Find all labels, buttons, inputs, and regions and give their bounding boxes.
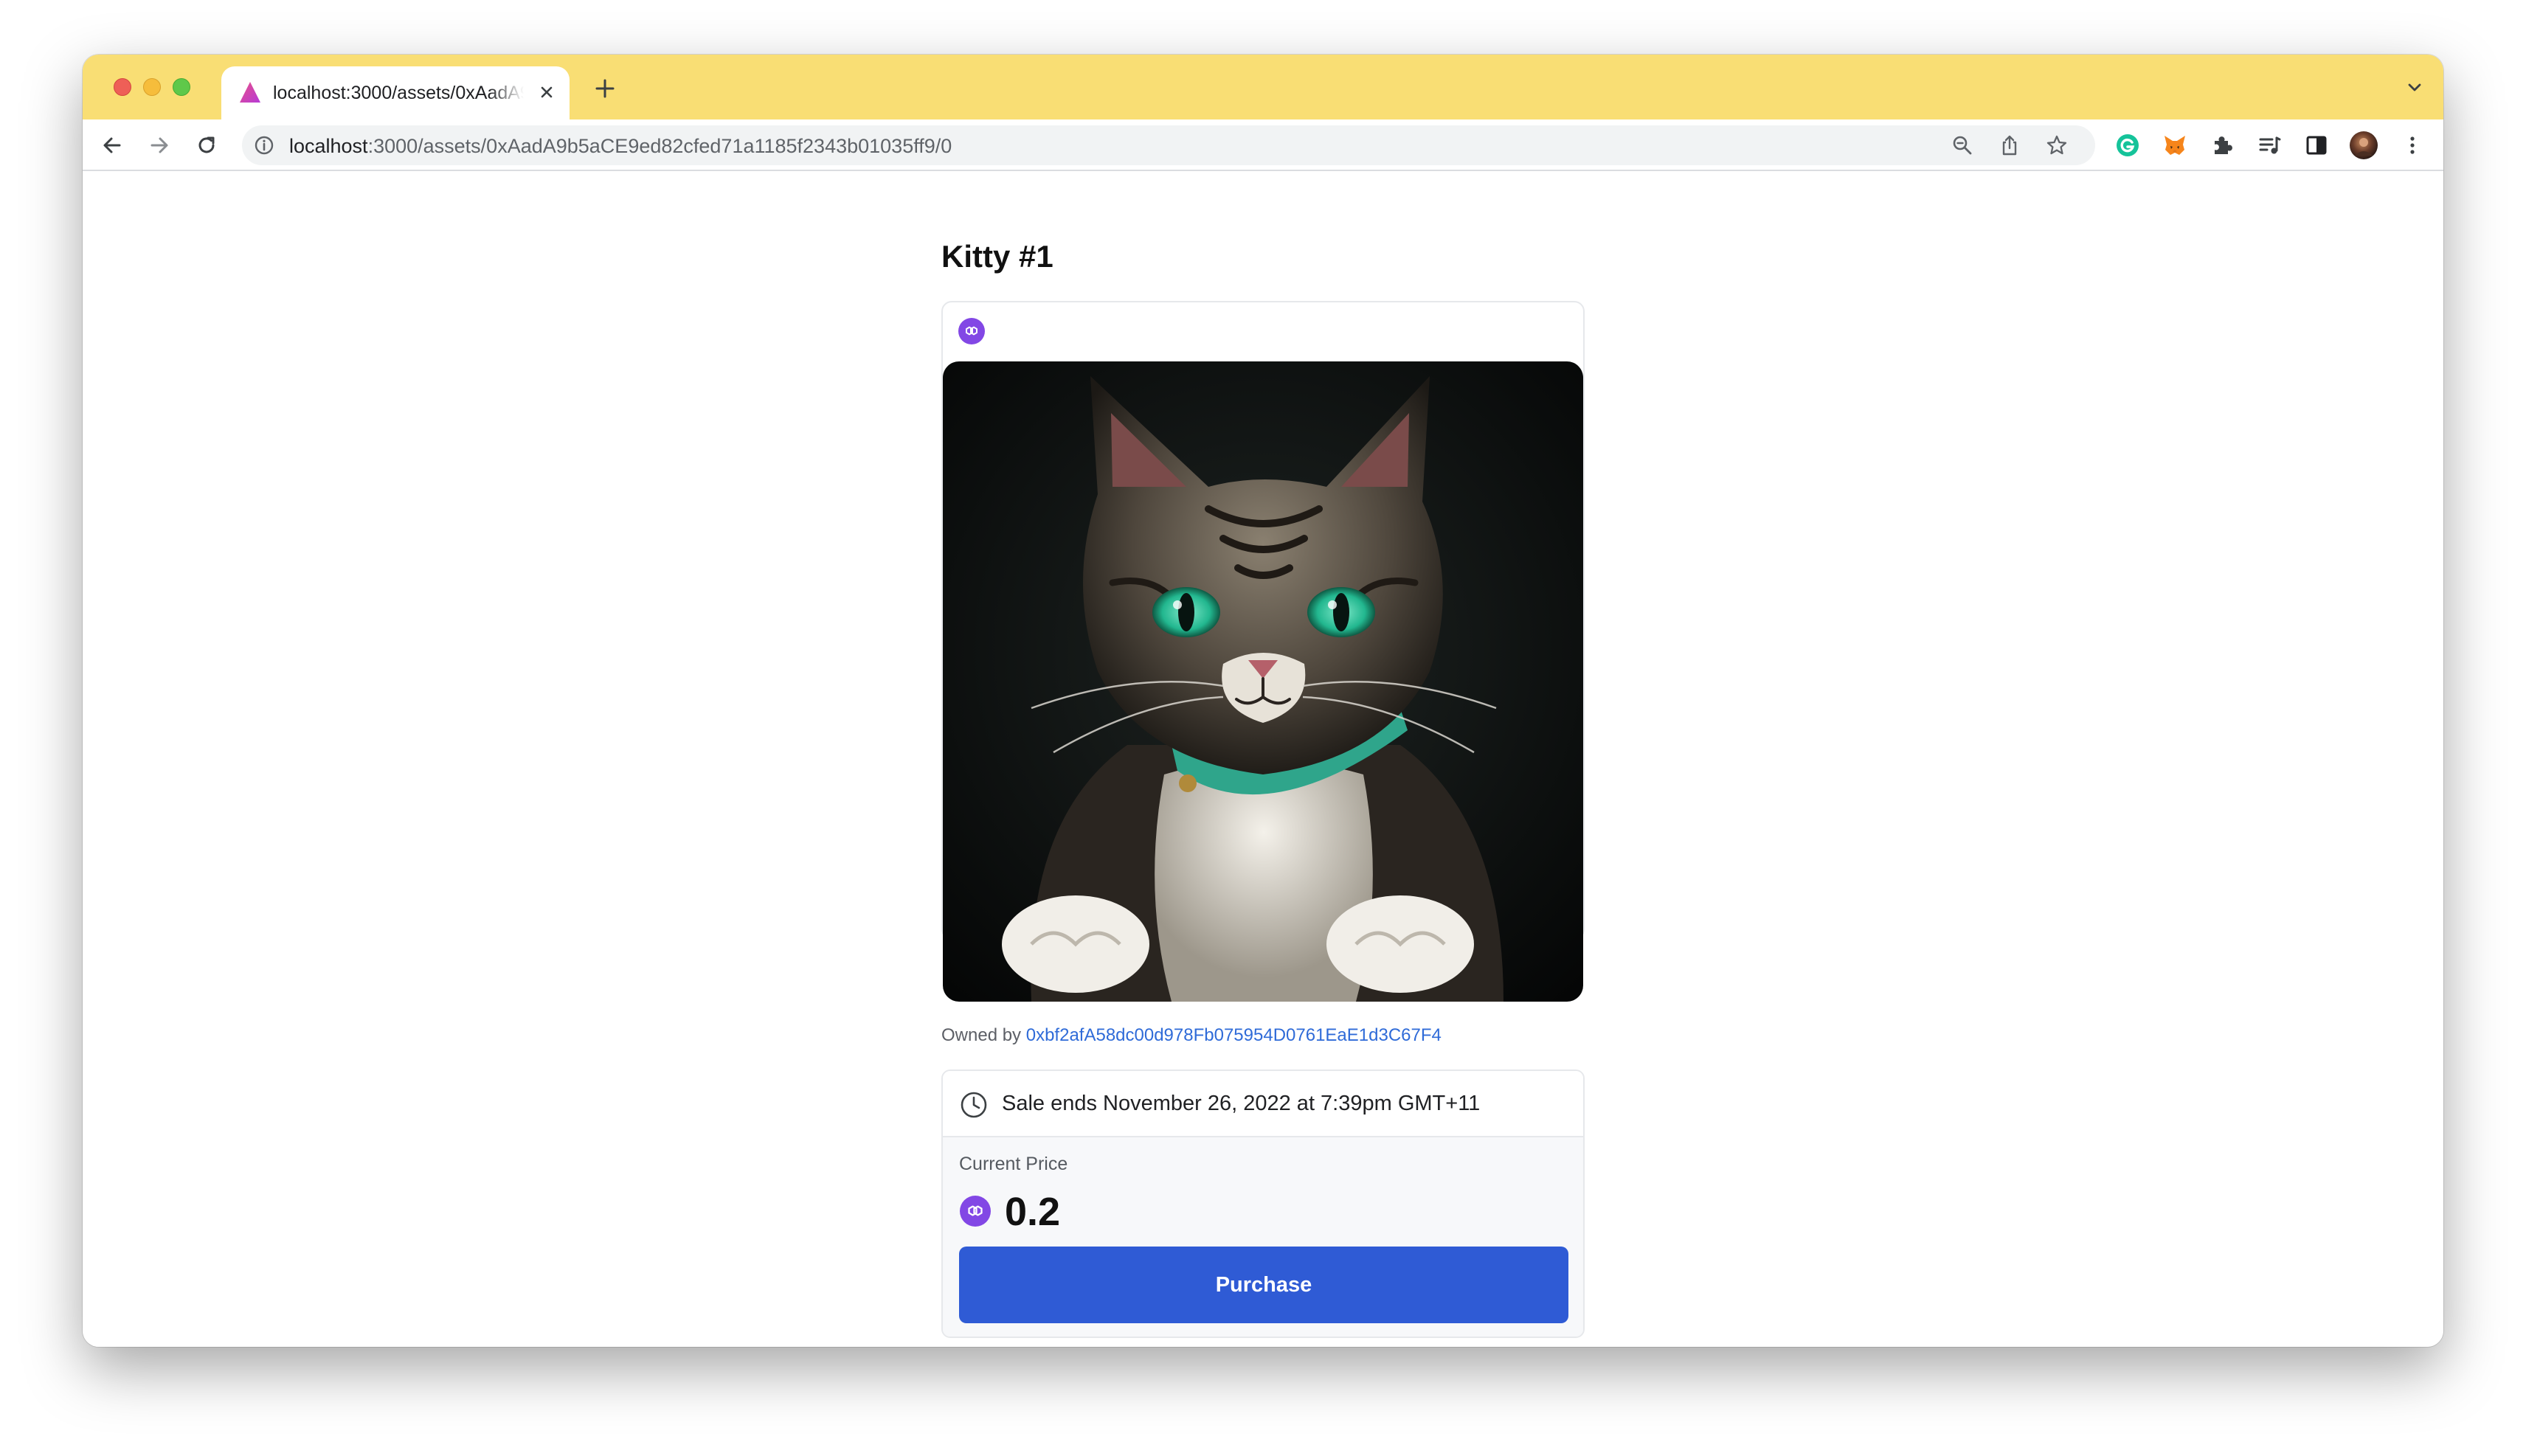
sale-ends-text: Sale ends November 26, 2022 at 7:39pm GM…	[1002, 1092, 1481, 1115]
new-tab-plus-icon[interactable]	[593, 77, 617, 100]
clock-icon	[961, 1092, 987, 1118]
cat-illustration	[943, 361, 1583, 1002]
current-price-label: Current Price	[959, 1154, 1068, 1174]
owner-line: Owned by 0xbf2afA58dc00d978Fb075954D0761…	[941, 1025, 1442, 1046]
reload-icon[interactable]	[193, 132, 220, 159]
owner-label: Owned by	[941, 1025, 1022, 1045]
tab-title: localhost:3000/assets/0xAadA9b5aCE9ed82c…	[273, 83, 524, 103]
puzzle-icon[interactable]	[2209, 132, 2235, 159]
reading-list-icon[interactable]	[2256, 132, 2283, 159]
browser-tab-active[interactable]: localhost:3000/assets/0xAadA9b5aCE9ed82c…	[221, 66, 570, 119]
owner-address-link[interactable]: 0xbf2afA58dc00d978Fb075954D0761EaE1d3C67…	[1026, 1025, 1442, 1045]
grammarly-icon[interactable]	[2114, 132, 2141, 159]
price-value: 0.2	[1005, 1190, 1061, 1234]
price-section: Current Price 0.2 Purchase	[943, 1137, 1583, 1337]
star-icon[interactable]	[2045, 134, 2069, 157]
url-text[interactable]: localhost:3000/assets/0xAadA9b5aCE9ed82c…	[289, 135, 952, 158]
tab-search-chevron-icon[interactable]	[2404, 77, 2426, 99]
nft-image-cat[interactable]	[943, 361, 1583, 1002]
sale-header: Sale ends November 26, 2022 at 7:39pm GM…	[943, 1071, 1583, 1137]
avatar[interactable]	[2349, 131, 2378, 160]
share-icon[interactable]	[1998, 134, 2021, 157]
polygon-chain-icon	[960, 1196, 991, 1227]
tab-strip: localhost:3000/assets/0xAadA9b5aCE9ed82c…	[83, 55, 2443, 119]
triangle-logo-icon	[240, 82, 260, 103]
minimize-window-button[interactable]	[143, 78, 161, 96]
purchase-button[interactable]: Purchase	[959, 1247, 1568, 1323]
more-vertical-icon[interactable]	[2399, 132, 2426, 159]
browser-window: localhost:3000/assets/0xAadA9b5aCE9ed82c…	[83, 55, 2443, 1347]
polygon-chain-icon	[958, 318, 985, 344]
close-window-button[interactable]	[114, 78, 131, 96]
close-tab-icon[interactable]	[536, 81, 558, 103]
back-arrow-icon[interactable]	[99, 132, 125, 159]
address-bar[interactable]: localhost:3000/assets/0xAadA9b5aCE9ed82c…	[242, 125, 2095, 165]
page-title: Kitty #1	[941, 239, 1053, 274]
side-panel-icon[interactable]	[2303, 132, 2330, 159]
browser-toolbar: localhost:3000/assets/0xAadA9b5aCE9ed82c…	[83, 119, 2443, 171]
sale-panel: Sale ends November 26, 2022 at 7:39pm GM…	[941, 1070, 1585, 1338]
url-host: localhost	[289, 135, 368, 157]
maximize-window-button[interactable]	[173, 78, 190, 96]
zoom-icon[interactable]	[1951, 134, 1974, 157]
info-icon[interactable]	[254, 135, 274, 156]
metamask-fox-icon[interactable]	[2162, 132, 2188, 159]
url-path: :3000/assets/0xAadA9b5aCE9ed82cfed71a118…	[367, 135, 952, 157]
page-content: Kitty #1 Owned by 0xbf2afA58dc00d978Fb07…	[83, 171, 2443, 1347]
forward-arrow-icon[interactable]	[146, 132, 173, 159]
